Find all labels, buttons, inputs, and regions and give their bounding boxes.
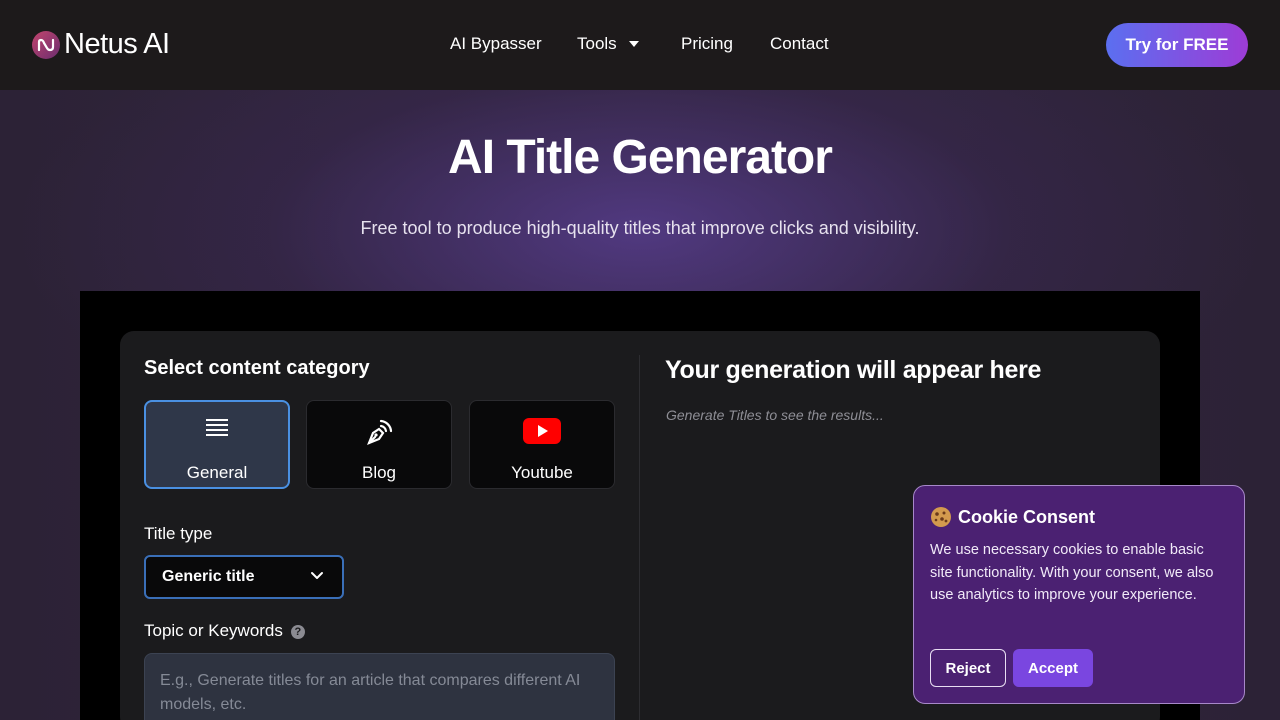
logo[interactable]: Netus AI xyxy=(32,28,170,61)
list-icon xyxy=(146,418,288,438)
title-type-value: Generic title xyxy=(162,568,255,585)
logo-text: Netus AI xyxy=(64,28,170,60)
cookie-title-row: Cookie Consent xyxy=(930,506,1095,528)
nav-ai-bypasser[interactable]: AI Bypasser xyxy=(450,34,542,54)
caret-down-icon xyxy=(628,41,639,47)
cookie-title: Cookie Consent xyxy=(958,506,1096,527)
nav-tools-label: Tools xyxy=(577,34,617,53)
category-general-label: General xyxy=(186,463,248,482)
category-youtube[interactable]: Youtube xyxy=(469,400,615,489)
topic-label: Topic or Keywords xyxy=(144,621,283,640)
category-general[interactable]: General xyxy=(144,400,290,489)
output-heading: Your generation will appear here xyxy=(665,356,1042,384)
nav-contact[interactable]: Contact xyxy=(770,34,829,54)
category-blog[interactable]: Blog xyxy=(306,400,452,489)
cookie-text: We use necessary cookies to enable basic… xyxy=(930,542,1214,604)
nav-tools[interactable]: Tools xyxy=(577,34,639,54)
accept-button[interactable]: Accept xyxy=(1013,649,1093,687)
pen-nib-icon xyxy=(307,417,451,449)
help-icon[interactable]: ? xyxy=(290,625,305,639)
youtube-icon xyxy=(470,417,614,445)
page-title: AI Title Generator xyxy=(448,131,833,184)
category-blog-label: Blog xyxy=(361,463,397,482)
cookie-icon xyxy=(931,507,951,527)
cookie-consent-dialog: Cookie Consent We use necessary cookies … xyxy=(913,485,1245,704)
title-type-select[interactable]: Generic title xyxy=(144,555,344,599)
chevron-down-icon xyxy=(311,572,323,579)
category-heading: Select content category xyxy=(144,357,370,379)
output-placeholder: Generate Titles to see the results... xyxy=(666,407,884,423)
title-type-label: Title type xyxy=(144,524,213,543)
netus-logo-icon xyxy=(32,30,60,59)
topic-input[interactable] xyxy=(144,653,615,720)
reject-button[interactable]: Reject xyxy=(930,649,1006,687)
top-navbar: Netus AI AI Bypasser Tools Pricing Conta… xyxy=(0,0,1280,90)
topic-label-row: Topic or Keywords? xyxy=(144,621,305,641)
panel-divider xyxy=(639,355,640,720)
try-for-free-button[interactable]: Try for FREE xyxy=(1106,23,1248,67)
page-subtitle: Free tool to produce high-quality titles… xyxy=(360,218,920,238)
category-youtube-label: Youtube xyxy=(511,463,573,482)
nav-pricing[interactable]: Pricing xyxy=(681,34,733,54)
